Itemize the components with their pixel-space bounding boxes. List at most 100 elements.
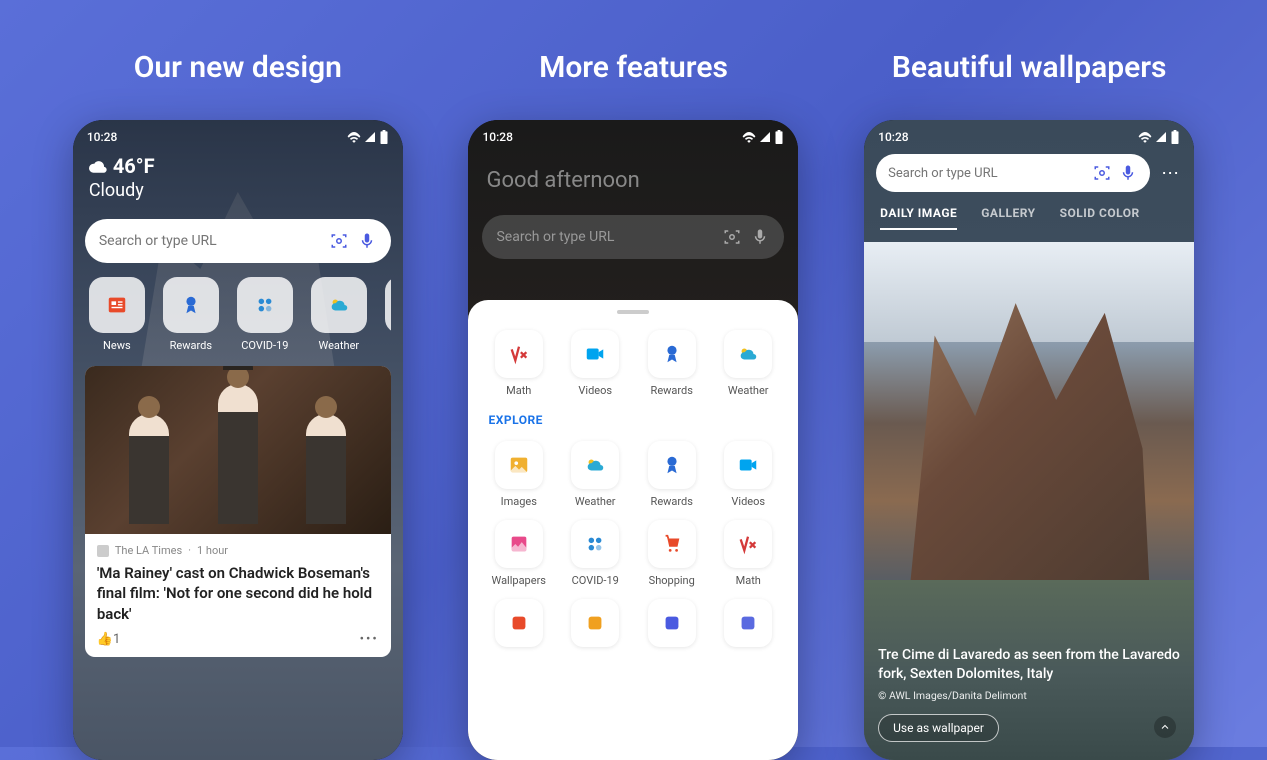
phone-mock-1: 10:28 46°F Cloudy	[73, 120, 403, 760]
app-label: Rewards	[651, 384, 693, 397]
app-label: Videos	[731, 495, 765, 508]
math-icon	[724, 520, 772, 568]
wifi-icon	[1138, 131, 1152, 143]
quick-link-item[interactable]: Rewards	[159, 277, 223, 352]
weather-icon	[311, 277, 367, 333]
chevron-up-icon[interactable]	[1154, 716, 1176, 738]
scan-icon[interactable]	[329, 231, 349, 251]
app-item[interactable]: Videos	[714, 441, 783, 508]
cloud-icon	[89, 159, 107, 173]
status-time: 10:28	[482, 130, 512, 144]
app-item[interactable]: Math	[484, 330, 553, 397]
app-icon-a	[495, 599, 543, 647]
app-icon-b	[571, 599, 619, 647]
weather-widget[interactable]: 46°F Cloudy	[85, 154, 391, 201]
wallpaper-credit: © AWL Images/Danita Delimont	[878, 689, 1180, 702]
wallpapers-icon	[495, 520, 543, 568]
status-time: 10:28	[87, 130, 117, 144]
covid-icon	[571, 520, 619, 568]
wallpaper-preview[interactable]: Tre Cime di Lavaredo as seen from the La…	[864, 242, 1194, 760]
mic-icon[interactable]	[750, 227, 770, 247]
top-apps-grid: Math Videos Rewards Weather	[484, 330, 782, 397]
app-icon-d	[724, 599, 772, 647]
app-item[interactable]: COVID-19	[561, 520, 630, 587]
explore-apps-grid: Images WeatherRewards Videos Wallpapers COVI…	[484, 441, 782, 653]
signal-icon	[759, 131, 771, 143]
app-item[interactable]: Wallpapers	[484, 520, 553, 587]
videos-icon	[571, 330, 619, 378]
news-card[interactable]: The LA Times · 1 hour 'Ma Rainey' cast o…	[85, 366, 391, 657]
battery-icon	[1170, 130, 1180, 144]
quick-link-label: Rewards	[170, 339, 212, 352]
sheet-handle[interactable]	[617, 310, 649, 314]
signal-icon	[1155, 131, 1167, 143]
app-label: Shopping	[649, 574, 695, 587]
mic-icon[interactable]	[1118, 163, 1138, 183]
battery-icon	[379, 130, 389, 144]
app-label: Images	[501, 495, 537, 508]
app-item[interactable]	[714, 599, 783, 653]
app-item[interactable]: Weather	[561, 441, 630, 508]
search-bar[interactable]	[482, 215, 784, 259]
status-bar: 10:28	[73, 124, 403, 150]
overflow-menu-icon[interactable]: ⋯	[1158, 163, 1182, 184]
heading-wallpapers: Beautiful wallpapers	[892, 50, 1167, 85]
app-item[interactable]: Videos	[561, 330, 630, 397]
scan-icon[interactable]	[1092, 163, 1112, 183]
quick-link-item[interactable]: Weather	[307, 277, 371, 352]
more-icon	[385, 277, 391, 333]
news-icon	[89, 277, 145, 333]
wallpaper-title: Tre Cime di Lavaredo as seen from the La…	[878, 646, 1180, 685]
math-icon	[495, 330, 543, 378]
rewards-icon	[648, 441, 696, 489]
search-input[interactable]	[99, 233, 321, 249]
news-more-icon[interactable]: •••	[360, 632, 379, 647]
app-item[interactable]: Shopping	[637, 520, 706, 587]
temperature-value: 46°F	[113, 154, 155, 178]
bottom-sheet[interactable]: MathVideosRewardsWeather EXPLORE ImagesW…	[468, 300, 798, 760]
news-age: 1 hour	[197, 544, 228, 557]
app-item[interactable]: Images	[484, 441, 553, 508]
app-item[interactable]	[637, 599, 706, 653]
wallpaper-tab[interactable]: DAILY IMAGE	[880, 206, 957, 230]
wallpaper-tabs: DAILY IMAGE GALLERY SOLID COLOR	[876, 206, 1182, 230]
search-bar[interactable]	[876, 154, 1150, 192]
status-bar: 10:28	[864, 124, 1194, 150]
mic-icon[interactable]	[357, 231, 377, 251]
quick-link-item[interactable]: S	[381, 277, 391, 352]
quick-link-item[interactable]: COVID-19	[233, 277, 297, 352]
weather-icon	[571, 441, 619, 489]
signal-icon	[364, 131, 376, 143]
status-time: 10:28	[878, 130, 908, 144]
news-headline: 'Ma Rainey' cast on Chadwick Boseman's f…	[97, 563, 379, 624]
search-input[interactable]	[888, 166, 1086, 181]
wifi-icon	[742, 131, 756, 143]
weather-condition: Cloudy	[89, 180, 391, 201]
app-item[interactable]: Math	[714, 520, 783, 587]
app-item[interactable]: Rewards	[637, 330, 706, 397]
rewards-icon	[648, 330, 696, 378]
search-bar[interactable]	[85, 219, 391, 263]
news-like-button[interactable]: 👍1	[97, 632, 121, 647]
quick-link-label: Weather	[319, 339, 360, 352]
phone-mock-2: 10:28 Good afternoon	[468, 120, 798, 760]
app-item[interactable]	[484, 599, 553, 653]
app-item[interactable]: Weather	[714, 330, 783, 397]
app-label: Wallpapers	[491, 574, 546, 587]
app-item[interactable]: Rewards	[637, 441, 706, 508]
news-image	[85, 366, 391, 534]
quick-link-item[interactable]: News	[85, 277, 149, 352]
news-source-icon	[97, 545, 109, 557]
rewards-icon	[163, 277, 219, 333]
wallpaper-tab[interactable]: SOLID COLOR	[1060, 206, 1140, 230]
wifi-icon	[347, 131, 361, 143]
app-label: Math	[506, 384, 531, 397]
quick-link-label: COVID-19	[241, 339, 288, 352]
videos-icon	[724, 441, 772, 489]
wallpaper-tab[interactable]: GALLERY	[981, 206, 1035, 230]
app-item[interactable]	[561, 599, 630, 653]
use-wallpaper-button[interactable]: Use as wallpaper	[878, 714, 999, 742]
search-input[interactable]	[496, 229, 714, 245]
scan-icon[interactable]	[722, 227, 742, 247]
battery-icon	[774, 130, 784, 144]
